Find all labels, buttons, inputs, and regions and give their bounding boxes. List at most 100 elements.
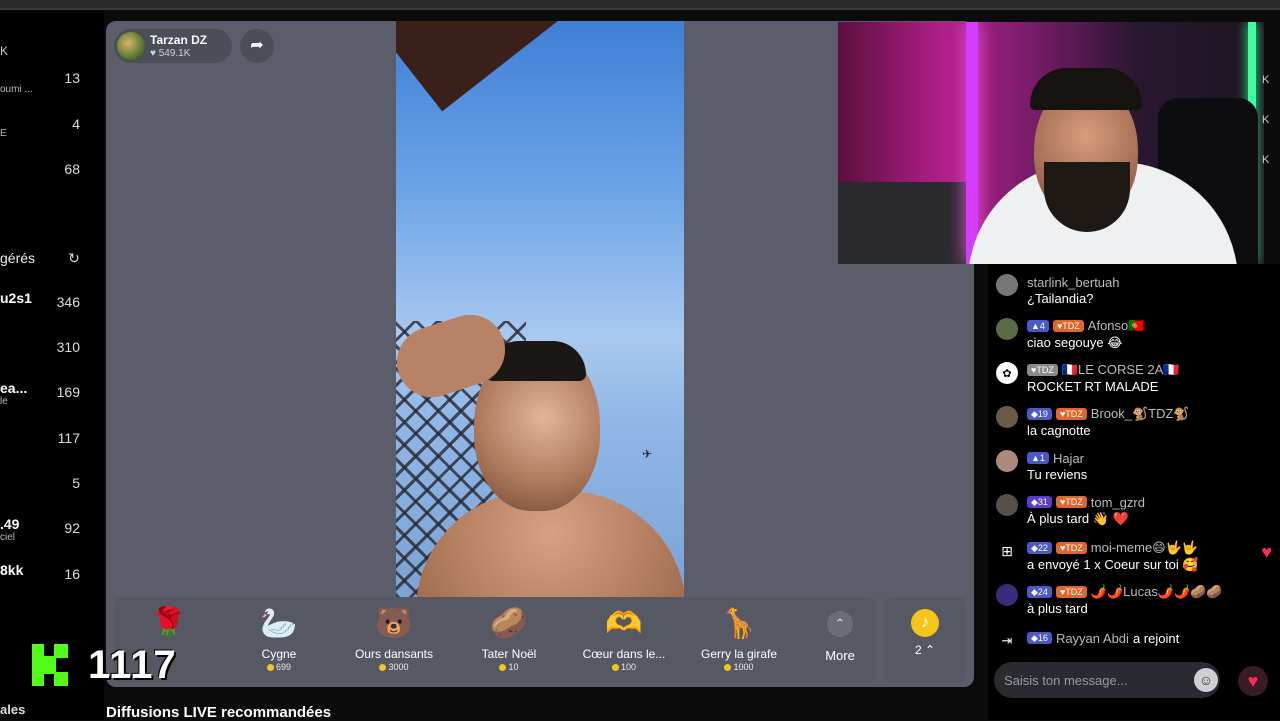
bird-icon: ✈ bbox=[642, 447, 653, 461]
coin-icon bbox=[379, 664, 387, 672]
refresh-icon[interactable]: ↻ bbox=[66, 250, 82, 266]
viewer-count: 13 bbox=[64, 70, 80, 86]
sidebar-top-label: K bbox=[0, 44, 9, 58]
chat-username[interactable]: Brook_🐒TDZ🐒 bbox=[1091, 406, 1190, 422]
heart-icon: ♥ bbox=[1261, 542, 1272, 562]
sidebar-item[interactable]: oumi ... 13 bbox=[0, 66, 104, 102]
kick-logo-icon bbox=[32, 644, 72, 686]
chat-message: ✿ ♥TDZ 🇫🇷LE CORSE 2A🇫🇷 ROCKET RT MALADE bbox=[996, 358, 1276, 400]
chat-text: à plus tard bbox=[1027, 601, 1088, 616]
sidebar-item[interactable]: E 4 bbox=[0, 110, 104, 146]
level-badge: ◆16 bbox=[1027, 632, 1052, 644]
coin-icon bbox=[611, 664, 619, 672]
gift-giraffe[interactable]: 🦒 Gerry la girafe 1000 bbox=[684, 603, 794, 679]
level-badge: ▲1 bbox=[1027, 452, 1049, 464]
gift-heart-hands[interactable]: 🫶 Cœur dans le... 100 bbox=[569, 603, 679, 679]
chat-username[interactable]: 🇫🇷LE CORSE 2A🇫🇷 bbox=[1062, 362, 1180, 378]
viewer-count: 92 bbox=[64, 520, 80, 536]
chat-text: ROCKET RT MALADE bbox=[1027, 379, 1159, 394]
gift-icon: ⊞ bbox=[1001, 542, 1013, 559]
fan-badge: ♥TDZ bbox=[1055, 586, 1087, 598]
avatar[interactable] bbox=[996, 584, 1018, 606]
emoji-icon[interactable]: ☺ bbox=[1194, 668, 1218, 692]
chat-message: ◆19 ♥TDZ Brook_🐒TDZ🐒 la cagnotte bbox=[996, 402, 1276, 444]
chat-message: ◆24 ♥TDZ 🌶️🌶️Lucas🌶️🌶️🥔🥔 à plus tard bbox=[996, 580, 1276, 622]
heart-icon: ♥ bbox=[150, 48, 156, 59]
heart-hands-icon: 🫶 bbox=[605, 606, 643, 640]
level-badge: ◆24 bbox=[1027, 586, 1052, 598]
chat-text: ciao segouye 😂 bbox=[1027, 335, 1123, 350]
like-heart-button[interactable]: ♥ bbox=[1238, 666, 1268, 696]
chat-input-box[interactable]: ☺ bbox=[994, 662, 1220, 698]
share-button[interactable]: ➦ bbox=[240, 29, 274, 63]
sidebar-item[interactable]: 310 bbox=[0, 333, 104, 369]
sidebar-item[interactable]: ea... le 169 bbox=[0, 378, 104, 414]
avatar[interactable] bbox=[996, 450, 1018, 472]
gift-dancing-bears[interactable]: 🐻 Ours dansants 3000 bbox=[339, 603, 449, 679]
bears-icon: 🐻 bbox=[375, 606, 413, 640]
chat-gift-message: ⊞ ◆22 ♥TDZ moi-meme😄🤟🤟 a envoyé 1 x Coeu… bbox=[996, 536, 1276, 578]
chat-username[interactable]: starlink_bertuah bbox=[1027, 275, 1120, 290]
viewer-count: 16 bbox=[64, 566, 80, 582]
avatar[interactable] bbox=[996, 494, 1018, 516]
more-gifts-button[interactable]: ⌃ More bbox=[804, 611, 876, 673]
chat-username[interactable]: 🌶️🌶️Lucas🌶️🌶️🥔🥔 bbox=[1091, 584, 1223, 600]
viewer-count: 4 bbox=[72, 116, 80, 132]
rose-icon: 🌹 bbox=[150, 606, 188, 640]
chat-text: ¿Tailandia? bbox=[1027, 291, 1094, 306]
sidebar-footer-label: ales bbox=[0, 702, 26, 717]
sidebar-item[interactable]: 117 bbox=[0, 424, 104, 460]
viewer-count: 5 bbox=[72, 475, 80, 491]
sidebar-item[interactable]: 5 bbox=[0, 469, 104, 505]
avatar[interactable] bbox=[117, 32, 145, 60]
chat-join-notice: ⇥ ◆16 Rayyan Abdi a rejoint bbox=[996, 626, 1276, 650]
chat-username[interactable]: tom_gzrd bbox=[1091, 495, 1145, 510]
heart-icon: ♥ bbox=[1247, 671, 1259, 691]
level-badge: ◆31 bbox=[1027, 496, 1052, 508]
sidebar-item[interactable]: 8kk 16 bbox=[0, 560, 104, 596]
chat-message-input[interactable] bbox=[1004, 670, 1184, 690]
viewer-count: 169 bbox=[56, 384, 80, 400]
live-video[interactable]: ✈ bbox=[396, 21, 684, 597]
chat-text: Tu reviens bbox=[1027, 467, 1088, 482]
kick-viewer-count: 1117 bbox=[88, 642, 177, 687]
live-chat: starlink_bertuah ¿Tailandia? ▲4 ♥TDZ Afo… bbox=[988, 264, 1280, 720]
chat-text: a envoyé 1 x Coeur sur toi 🥰 bbox=[1027, 557, 1199, 572]
chat-username[interactable]: moi-meme😄🤟🤟 bbox=[1091, 540, 1198, 556]
avatar[interactable] bbox=[996, 318, 1018, 340]
viewer-count: 68 bbox=[64, 161, 80, 177]
coin-icon bbox=[499, 664, 507, 672]
coin-icon: ♪ bbox=[911, 609, 939, 637]
avatar[interactable] bbox=[996, 406, 1018, 428]
chat-message: ▲1 Hajar Tu reviens bbox=[996, 446, 1276, 488]
fan-badge: ♥TDZ bbox=[1055, 542, 1087, 554]
level-badge: ◆22 bbox=[1027, 542, 1052, 554]
chat-username[interactable]: Rayyan Abdi bbox=[1056, 631, 1129, 646]
chat-username[interactable]: Hajar bbox=[1053, 451, 1084, 466]
likes-count: ♥ 549.1K bbox=[150, 48, 191, 59]
gift-swan[interactable]: 🦢 Cygne 699 bbox=[224, 603, 334, 679]
avatar[interactable]: ✿ bbox=[996, 362, 1018, 384]
viewer-count: 310 bbox=[56, 339, 80, 355]
coin-icon bbox=[724, 664, 732, 672]
coins-button[interactable]: ♪ 2 ⌃ bbox=[884, 597, 966, 683]
swan-icon: 🦢 bbox=[260, 606, 298, 640]
gift-bar: 🌹 🦢 Cygne 699 🐻 Ours dansants 3000 🥔 Tat… bbox=[114, 597, 876, 683]
left-sidebar: K oumi ... 13 E 4 68 gérés ↻ u2s1 346 31… bbox=[0, 10, 104, 720]
chat-message: ◆31 ♥TDZ tom_gzrd À plus tard 👋 ❤️ bbox=[996, 490, 1276, 532]
fan-badge: ♥TDZ bbox=[1055, 408, 1087, 420]
sidebar-item[interactable]: .49 ciel 92 bbox=[0, 514, 104, 550]
gift-tater-noel[interactable]: 🥔 Tater Noël 10 bbox=[454, 603, 564, 679]
tater-icon: 🥔 bbox=[490, 606, 528, 640]
level-badge: ▲4 bbox=[1027, 320, 1049, 332]
fan-badge: ♥TDZ bbox=[1052, 320, 1084, 332]
avatar[interactable] bbox=[996, 274, 1018, 296]
sidebar-item[interactable]: u2s1 346 bbox=[0, 288, 104, 324]
sidebar-item[interactable]: 68 bbox=[0, 155, 104, 191]
chat-message: starlink_bertuah ¿Tailandia? bbox=[996, 270, 1276, 312]
share-arrow-icon: ➦ bbox=[250, 37, 264, 54]
streamer-info[interactable]: Tarzan DZ ♥ 549.1K bbox=[114, 29, 232, 63]
chevron-up-icon: ⌃ bbox=[827, 611, 853, 637]
chat-username[interactable]: Afonso🇵🇹 bbox=[1088, 318, 1145, 334]
browser-top-bar bbox=[0, 0, 1280, 10]
